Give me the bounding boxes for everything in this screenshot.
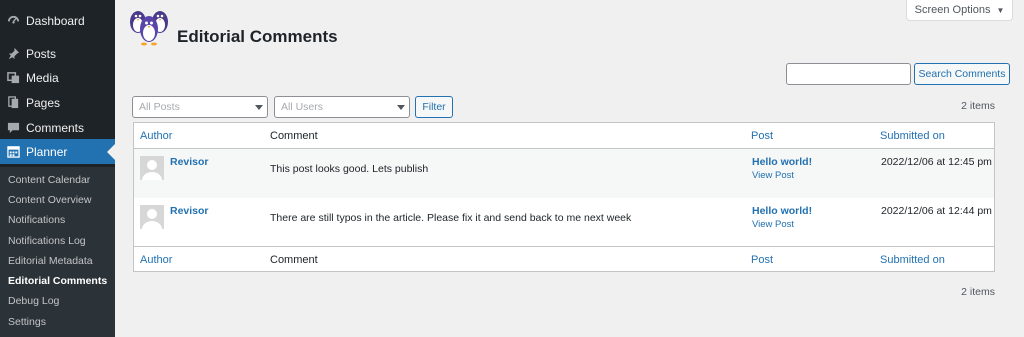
column-header-comment: Comment <box>270 130 318 142</box>
comments-icon <box>6 121 20 135</box>
submenu-content-overview[interactable]: Content Overview <box>8 194 91 206</box>
table-header-row: Author Comment Post Submitted on <box>134 123 994 149</box>
screen-options-label: Screen Options <box>914 4 991 16</box>
users-filter-value: All Users <box>281 101 324 113</box>
column-header-post[interactable]: Post <box>751 130 773 142</box>
calendar-icon <box>6 145 20 159</box>
active-menu-arrow <box>107 144 115 160</box>
comment-author-link[interactable]: Revisor <box>170 205 209 217</box>
column-footer-submitted-on[interactable]: Submitted on <box>880 254 945 266</box>
sidebar-item-pages[interactable]: Pages <box>0 90 115 115</box>
view-post-link[interactable]: View Post <box>752 170 794 181</box>
screen-options-button[interactable]: Screen Options ▼ <box>906 0 1013 21</box>
comment-text: This post looks good. Lets publish <box>270 163 429 175</box>
filter-button[interactable]: Filter <box>415 96 453 118</box>
media-icon <box>6 71 20 85</box>
pages-icon <box>6 96 20 110</box>
submenu-settings[interactable]: Settings <box>8 316 46 328</box>
post-title-link[interactable]: Hello world! <box>752 156 812 168</box>
sidebar-item-planner[interactable]: Planner <box>0 139 115 164</box>
comments-table: Author Comment Post Submitted on Revisor… <box>133 122 995 272</box>
table-footer-row: Author Comment Post Submitted on <box>134 246 994 272</box>
caret-down-icon: ▼ <box>996 5 1005 15</box>
penguin-logo-icon <box>128 6 172 46</box>
table-row: Revisor There are still typos in the art… <box>134 198 994 247</box>
submenu-notifications-log[interactable]: Notifications Log <box>8 235 86 247</box>
sidebar-item-label: Pages <box>26 95 61 110</box>
sidebar-item-label: Posts <box>26 46 57 61</box>
items-count-bottom: 2 items <box>961 286 995 298</box>
avatar <box>140 205 164 229</box>
submitted-date: 2022/12/06 at 12:45 pm <box>881 156 992 168</box>
table-row: Revisor This post looks good. Lets publi… <box>134 149 994 198</box>
search-comments-button[interactable]: Search Comments <box>914 63 1010 85</box>
post-title-link[interactable]: Hello world! <box>752 205 812 217</box>
sidebar-item-comments[interactable]: Comments <box>0 115 115 140</box>
column-footer-post[interactable]: Post <box>751 254 773 266</box>
comment-author-link[interactable]: Revisor <box>170 156 209 168</box>
column-footer-author[interactable]: Author <box>140 254 172 266</box>
page-title: Editorial Comments <box>177 27 338 46</box>
avatar <box>140 156 164 180</box>
sidebar-item-dashboard[interactable]: Dashboard <box>0 8 115 33</box>
submenu-debug-log[interactable]: Debug Log <box>8 295 59 307</box>
items-count-top: 2 items <box>961 100 995 112</box>
planner-submenu: Content Calendar Content Overview Notifi… <box>0 167 115 337</box>
sidebar-item-label: Planner <box>26 144 68 159</box>
submenu-editorial-comments[interactable]: Editorial Comments <box>8 275 107 287</box>
column-header-submitted-on[interactable]: Submitted on <box>880 130 945 142</box>
submitted-date: 2022/12/06 at 12:44 pm <box>881 205 992 217</box>
sidebar-item-label: Media <box>26 70 59 85</box>
dashboard-icon <box>6 14 20 28</box>
sidebar-item-label: Comments <box>26 120 85 135</box>
submenu-editorial-metadata[interactable]: Editorial Metadata <box>8 255 93 267</box>
sidebar-item-posts[interactable]: Posts <box>0 41 115 66</box>
column-header-author[interactable]: Author <box>140 130 172 142</box>
submenu-content-calendar[interactable]: Content Calendar <box>8 174 90 186</box>
posts-filter-value: All Posts <box>139 101 180 113</box>
chevron-down-icon <box>255 105 263 110</box>
chevron-down-icon <box>397 105 405 110</box>
search-input[interactable] <box>786 63 911 85</box>
admin-sidebar: Dashboard Posts Media Pages Comments Pla… <box>0 0 115 337</box>
submenu-notifications[interactable]: Notifications <box>8 214 65 226</box>
posts-filter-select[interactable]: All Posts <box>132 96 268 118</box>
sidebar-item-label: Dashboard <box>26 13 85 28</box>
users-filter-select[interactable]: All Users <box>274 96 410 118</box>
sidebar-item-media[interactable]: Media <box>0 65 115 90</box>
pushpin-icon <box>6 47 20 61</box>
comment-text: There are still typos in the article. Pl… <box>270 212 632 224</box>
view-post-link[interactable]: View Post <box>752 219 794 230</box>
column-footer-comment: Comment <box>270 254 318 266</box>
